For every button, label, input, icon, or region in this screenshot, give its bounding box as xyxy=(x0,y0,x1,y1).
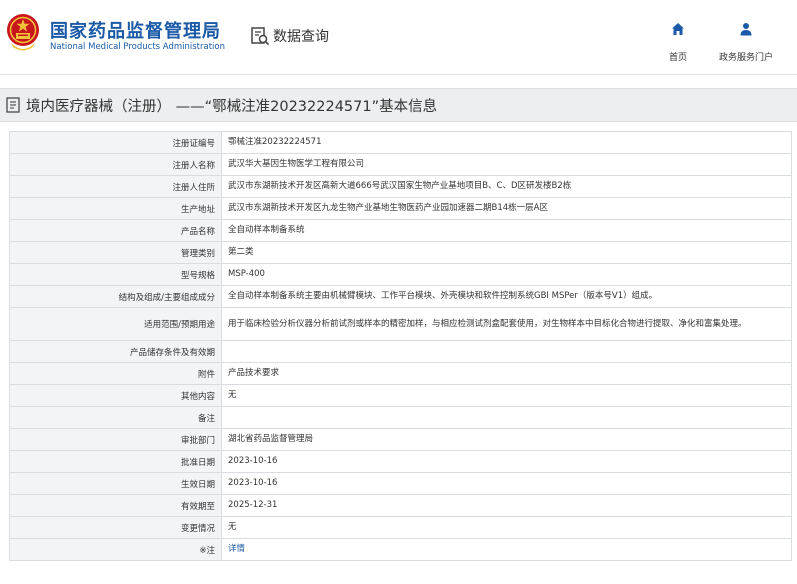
row-value xyxy=(221,406,792,429)
row-label: 结构及组成/主要组成成分 xyxy=(9,285,222,308)
home-icon xyxy=(672,23,684,35)
page-title-bar: 境内医疗器械（注册） ——“鄂械注准20232224571”基本信息 xyxy=(0,88,797,122)
row-value: 第二类 xyxy=(221,241,792,264)
row-label: 型号规格 xyxy=(9,263,222,286)
row-label: 审批部门 xyxy=(9,428,222,451)
site-header: 国家药品监督管理局 National Medical Products Admi… xyxy=(0,0,797,75)
row-value: 鄂械注准20232224571 xyxy=(221,131,792,154)
row-value xyxy=(221,340,792,363)
table-row: 适用范围/预期用途 用于临床检验分析仪器分析前试剂或样本的精密加样，与相应检测试剂… xyxy=(9,307,792,341)
row-label: 注册人名称 xyxy=(9,153,222,176)
table-row: 附件 产品技术要求 xyxy=(9,362,792,385)
row-value: 湖北省药品监督管理局 xyxy=(221,428,792,451)
row-value: 无 xyxy=(221,516,792,539)
table-row: 产品储存条件及有效期 xyxy=(9,340,792,363)
table-row: 型号规格 MSP-400 xyxy=(9,263,792,286)
row-label: 管理类别 xyxy=(9,241,222,264)
row-value: 产品技术要求 xyxy=(221,362,792,385)
table-row: 有效期至 2025-12-31 xyxy=(9,494,792,517)
row-value: 武汉市东湖新技术开发区九龙生物产业基地生物医药产业园加速器二期B14栋一层A区 xyxy=(221,197,792,220)
nav-home[interactable]: 首页 xyxy=(663,22,693,63)
row-label: ※注 xyxy=(9,538,222,561)
row-value: 2023-10-16 xyxy=(221,450,792,473)
row-label: 附件 xyxy=(9,362,222,385)
row-value: 武汉市东湖新技术开发区高新大道666号武汉国家生物产业基地项目B、C、D区研发楼… xyxy=(221,175,792,198)
nav-service-portal[interactable]: 政务服务门户 xyxy=(712,22,780,63)
table-row: 备注 xyxy=(9,406,792,429)
user-icon xyxy=(740,23,752,36)
details-link[interactable]: 详情 xyxy=(228,544,245,554)
table-row: 注册人名称 武汉华大基因生物医学工程有限公司 xyxy=(9,153,792,176)
national-emblem-icon xyxy=(7,14,39,51)
row-value: 用于临床检验分析仪器分析前试剂或样本的精密加样，与相应检测试剂盒配套使用，对生物… xyxy=(221,307,792,341)
table-row: 变更情况无 xyxy=(9,516,792,539)
row-value: MSP-400 xyxy=(221,263,792,286)
row-value: 全自动样本制备系统 xyxy=(221,219,792,242)
row-label: 变更情况 xyxy=(9,516,222,539)
table-row: 生效日期 2023-10-16 xyxy=(9,472,792,495)
logo-title-en: National Medical Products Administration xyxy=(50,42,225,52)
row-label: 其他内容 xyxy=(9,384,222,407)
row-value: 无 xyxy=(221,384,792,407)
table-row: 生产地址 武汉市东湖新技术开发区九龙生物产业基地生物医药产业园加速器二期B14栋一… xyxy=(9,197,792,220)
row-label: 适用范围/预期用途 xyxy=(9,307,222,341)
row-label: 注册人住所 xyxy=(9,175,222,198)
table-row: 注册证编号 鄂械注准20232224571 xyxy=(9,131,792,154)
row-value: 2025-12-31 xyxy=(221,494,792,517)
row-label: 生效日期 xyxy=(9,472,222,495)
row-label: 有效期至 xyxy=(9,494,222,517)
table-row: 其他内容无 xyxy=(9,384,792,407)
data-query-link[interactable]: 数据查询 xyxy=(250,26,329,46)
nav-home-label: 首页 xyxy=(668,53,687,63)
table-row: 结构及组成/主要组成成分 全自动样本制备系统主要由机械臂模块、工作平台模块、外壳模… xyxy=(9,285,792,308)
table-row: 批准日期 2023-10-16 xyxy=(9,450,792,473)
row-label: 产品名称 xyxy=(9,219,222,242)
logo-title-cn: 国家药品监督管理局 xyxy=(50,21,221,42)
table-row: 审批部门 湖北省药品监督管理局 xyxy=(9,428,792,451)
page-title: 境内医疗器械（注册） ——“鄂械注准20232224571”基本信息 xyxy=(26,98,438,115)
table-row: 注册人住所 武汉市东湖新技术开发区高新大道666号武汉国家生物产业基地项目B、C、… xyxy=(9,175,792,198)
table-row: ※注 详情 xyxy=(9,538,792,561)
row-value: 2023-10-16 xyxy=(221,472,792,495)
table-row: 管理类别 第二类 xyxy=(9,241,792,264)
document-icon xyxy=(6,97,20,113)
row-value: 武汉华大基因生物医学工程有限公司 xyxy=(221,153,792,176)
row-value-cell: 详情 xyxy=(221,538,792,561)
nav-service-portal-label: 政务服务门户 xyxy=(718,53,773,63)
query-icon xyxy=(251,27,270,46)
row-label: 备注 xyxy=(9,406,222,429)
row-label: 批准日期 xyxy=(9,450,222,473)
data-query-label: 数据查询 xyxy=(273,29,329,45)
row-label: 生产地址 xyxy=(9,197,222,220)
device-info-table: 注册证编号 鄂械注准20232224571 注册人名称 武汉华大基因生物医学工程有限公… xyxy=(9,131,792,561)
row-label: 注册证编号 xyxy=(9,131,222,154)
row-label: 产品储存条件及有效期 xyxy=(9,340,222,363)
table-row: 产品名称 全自动样本制备系统 xyxy=(9,219,792,242)
row-value: 全自动样本制备系统主要由机械臂模块、工作平台模块、外壳模块和软件控制系统GBI … xyxy=(221,285,792,308)
